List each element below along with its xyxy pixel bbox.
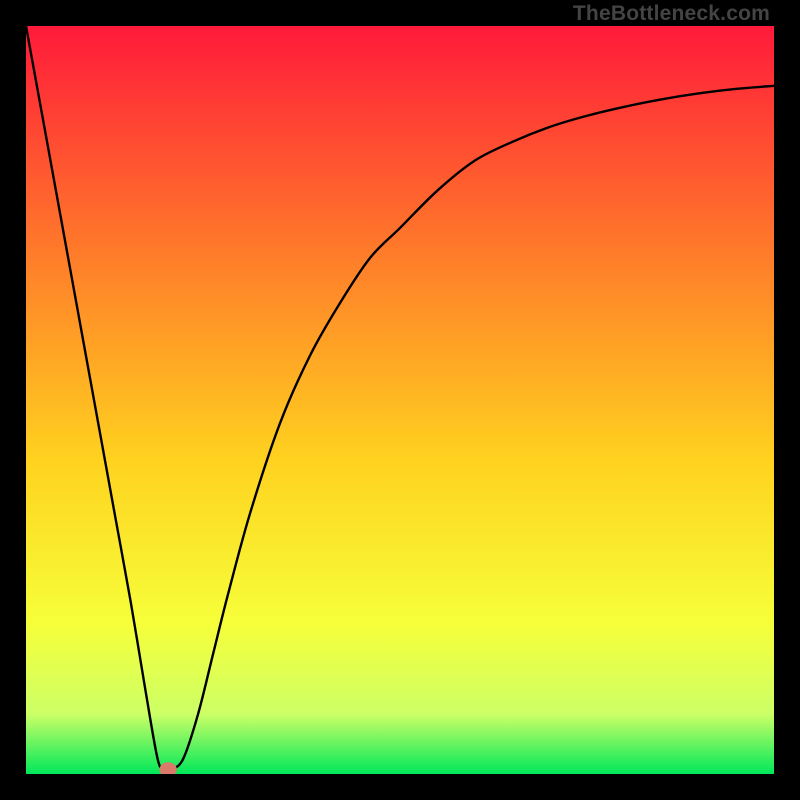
- watermark-text: TheBottleneck.com: [573, 2, 770, 26]
- gradient-background: [26, 26, 774, 774]
- chart-frame: [26, 26, 774, 774]
- optimum-marker: [160, 763, 176, 774]
- bottleneck-chart: [26, 26, 774, 774]
